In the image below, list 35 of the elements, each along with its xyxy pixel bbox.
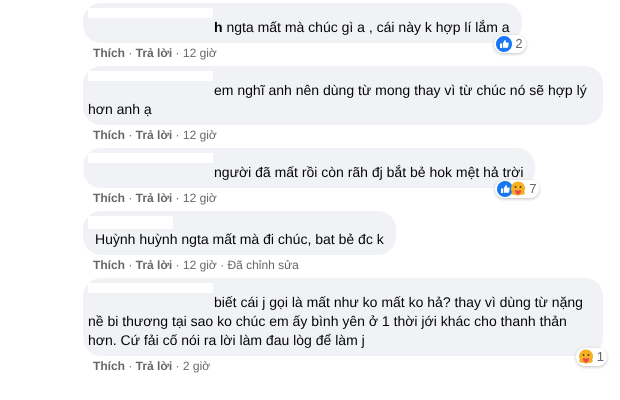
comment-text: h ngta mất mà chúc gì a , cái này k hợp lí lắm a	[213, 18, 510, 37]
separator-dot: ·	[174, 46, 181, 60]
comment-action-link[interactable]: Thích	[93, 258, 125, 272]
separator-dot: ·	[174, 191, 181, 205]
comment-text: Huỳnh huỳnh ngta mất mà đi chúc, bat bẻ đc k	[94, 230, 384, 249]
comment-action-link[interactable]: Trả lời	[136, 46, 172, 60]
comment-text: biết cái j gọi là mất như ko mất ko hả? thay vì dùng từ nặng nề bi thương tại sao ko chúc em ấy bình yên ở 1 thời jới khác cho thanh thản hơn. Cứ fải cố nói ra lời làm đau lòg để làm j	[88, 293, 584, 350]
reaction-count-badge[interactable]: 1	[576, 348, 607, 366]
comment-text: em nghĩ anh nên dùng từ mong thay vì từ chúc nó sẽ hợp lý hơn anh ạ	[88, 81, 588, 119]
reaction-count-badge[interactable]: 7	[495, 180, 540, 198]
comment-time[interactable]: 12 giờ	[182, 258, 217, 272]
comment-action-link[interactable]: Trả lời	[136, 258, 172, 272]
separator-dot: ·	[127, 191, 134, 205]
comment-time[interactable]: 2 giờ	[182, 359, 210, 373]
separator-dot: ·	[174, 359, 181, 373]
comment-action-link[interactable]: Trả lời	[136, 359, 172, 373]
comment-action-link[interactable]: Thích	[93, 128, 125, 142]
comment-action-link[interactable]: Trả lời	[136, 128, 172, 142]
comment-time[interactable]: 12 giờ	[182, 191, 217, 205]
separator-dot: ·	[127, 46, 134, 60]
comment-action-link[interactable]: Trả lời	[136, 191, 172, 205]
comment-action-link[interactable]: Thích	[93, 359, 125, 373]
separator-dot: ·	[174, 128, 181, 142]
separator-dot: ·	[127, 258, 134, 272]
comment-time[interactable]: 12 giờ	[182, 128, 217, 142]
separator-dot: ·	[127, 128, 134, 142]
comment-text: người đã mất rồi còn rãh đj bắt bẻ hok mệt hả trời	[213, 163, 524, 182]
comment-action-link[interactable]: Thích	[93, 46, 125, 60]
separator-dot: ·	[127, 359, 134, 373]
edited-label: Đã chỉnh sửa	[227, 258, 299, 272]
separator-dot: ·	[219, 258, 226, 272]
separator-dot: ·	[174, 258, 181, 272]
comment-time[interactable]: 12 giờ	[182, 46, 217, 60]
reaction-count-badge[interactable]: 2	[494, 35, 526, 53]
comment-action-link[interactable]: Thích	[93, 191, 125, 205]
